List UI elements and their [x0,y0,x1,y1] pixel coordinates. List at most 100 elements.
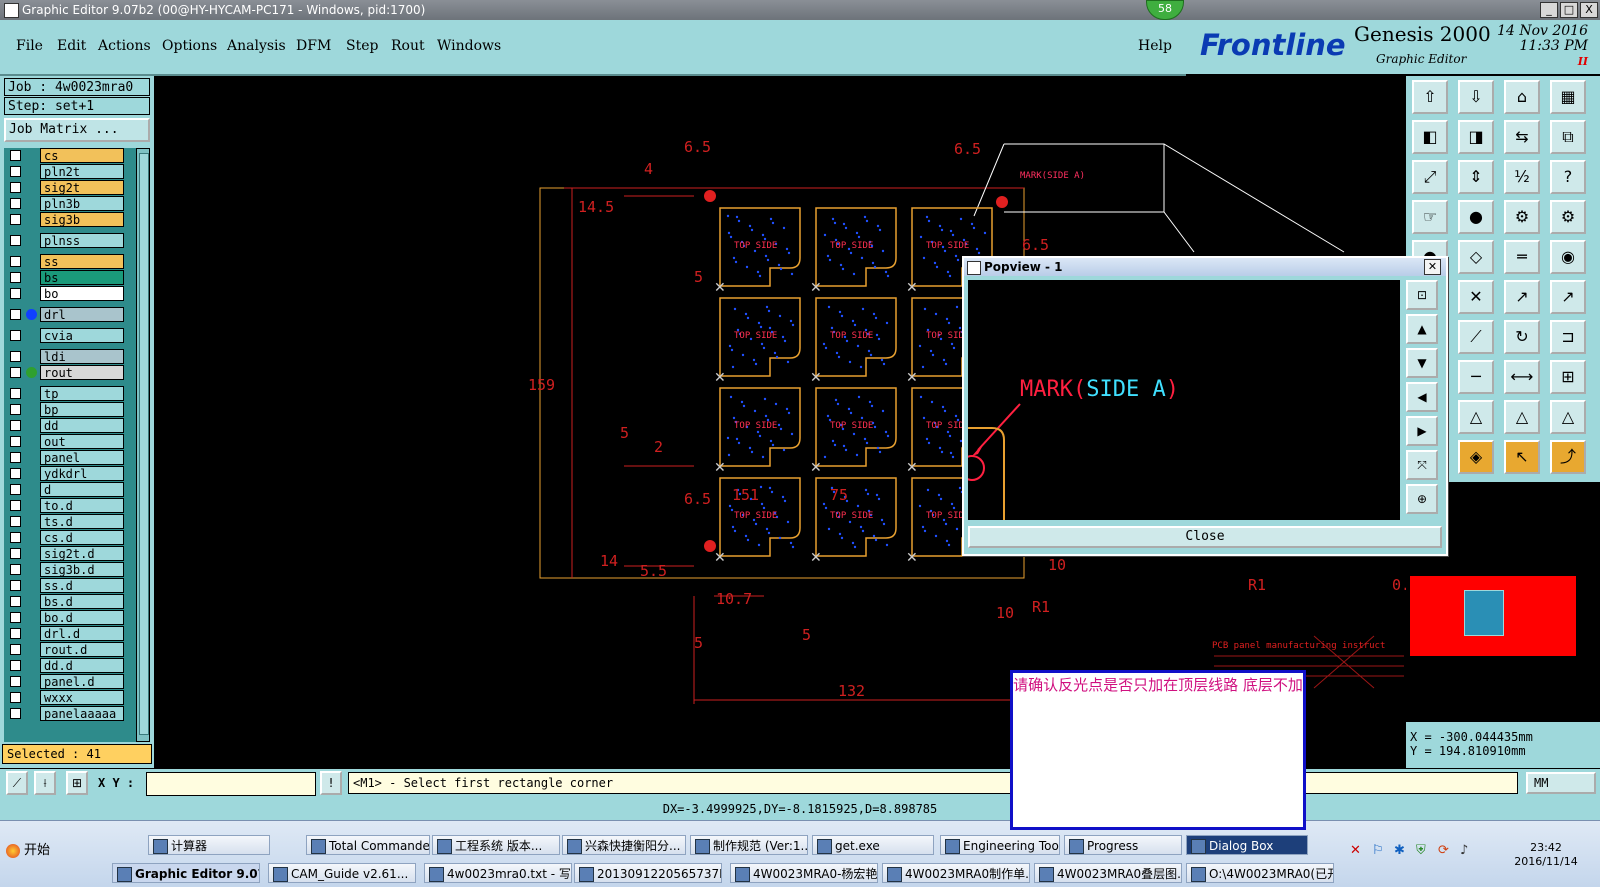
layer-checkbox[interactable] [10,166,21,177]
export-icon[interactable]: ⇩ [1458,80,1494,114]
layer-list-scrollbar[interactable] [136,148,150,742]
half-icon[interactable]: ½ [1504,160,1540,194]
menu-windows[interactable]: Windows [437,38,501,54]
menu-rout[interactable]: Rout [391,38,425,54]
popview-up-icon[interactable]: ▲ [1406,314,1438,344]
layer-checkbox[interactable] [10,452,21,463]
layer-name[interactable]: tp [40,386,124,401]
layer-name[interactable]: ss [40,254,124,269]
layer-row-sig2t-d[interactable]: sig2t.d [4,546,124,561]
select-arrow-icon[interactable]: ↖ [1504,440,1540,474]
home-icon[interactable]: ⌂ [1504,80,1540,114]
layer-name[interactable]: cs [40,148,124,163]
layer-name[interactable]: bo [40,286,124,301]
xy-input[interactable] [146,772,316,796]
layer-checkbox[interactable] [10,468,21,479]
layer-row-dd-d[interactable]: dd.d [4,658,124,673]
layer-name[interactable]: drl.d [40,626,124,641]
layer-checkbox[interactable] [10,516,21,527]
layer-row-bo[interactable]: bo [4,286,124,301]
layer-row-bo-d[interactable]: bo.d [4,610,124,625]
fit-icon[interactable]: ⤢ [1412,160,1448,194]
layer-row-ts-d[interactable]: ts.d [4,514,124,529]
taskbar-item[interactable]: 制作规范 (Ver:1.... [690,835,808,855]
shape-icon[interactable]: ◇ [1458,240,1494,274]
measure-tool-icon[interactable]: ⟊ [34,771,56,795]
tray-shield-icon[interactable]: ⛨ [1416,843,1426,858]
menu-options[interactable]: Options [162,38,217,54]
layer-row-bs-d[interactable]: bs.d [4,594,124,609]
split-icon[interactable]: ⇕ [1458,160,1494,194]
layer-name[interactable]: ldi [40,349,124,364]
snap-icon[interactable]: ⤴ [1550,440,1586,474]
setup-icon[interactable]: ⚙ [1504,200,1540,234]
layer-row-bp[interactable]: bp [4,402,124,417]
layer-row-pln3b[interactable]: pln3b [4,196,124,211]
layer-checkbox[interactable] [10,182,21,193]
mark-icon[interactable]: ● [1458,200,1494,234]
layer-row-to-d[interactable]: to.d [4,498,124,513]
layer-name[interactable]: panel [40,450,124,465]
pan-left-icon[interactable]: ◧ [1412,120,1448,154]
layer-row-cvia[interactable]: cvia [4,328,124,343]
layer-row-drl-d[interactable]: drl.d [4,626,124,641]
layer-row-ss-d[interactable]: ss.d [4,578,124,593]
move-icon[interactable]: ↗ [1504,280,1540,314]
slash-icon[interactable]: ⟋ [1458,320,1494,354]
layer-checkbox[interactable] [10,548,21,559]
layer-row-sig2t[interactable]: sig2t [4,180,124,195]
layer-name[interactable]: bs [40,270,124,285]
layer-checkbox[interactable] [10,484,21,495]
layer-checkbox[interactable] [10,388,21,399]
taskbar-item[interactable]: get.exe [812,835,934,855]
layer-checkbox[interactable] [10,214,21,225]
layer-checkbox[interactable] [10,420,21,431]
layer-name[interactable]: wxxx [40,690,124,705]
layer-row-sig3b[interactable]: sig3b [4,212,124,227]
layer-checkbox[interactable] [10,708,21,719]
layer-checkbox[interactable] [10,644,21,655]
layer-checkbox[interactable] [10,676,21,687]
taskbar-item[interactable]: 4W0023MRA0-杨宏艳... [730,863,878,883]
popview-close-icon[interactable]: ✕ [1424,259,1441,275]
layer-row-plnss[interactable]: plnss [4,233,124,248]
layer-name[interactable]: dd [40,418,124,433]
layer-row-dd[interactable]: dd [4,418,124,433]
menu-step[interactable]: Step [346,38,378,54]
stretch-icon[interactable]: ⟷ [1504,360,1540,394]
config-icon[interactable]: ⚙ [1550,200,1586,234]
layer-name[interactable]: rout.d [40,642,124,657]
triangle4-icon[interactable]: △ [1550,400,1586,434]
layer-checkbox[interactable] [10,198,21,209]
layer-row-cs[interactable]: cs [4,148,124,163]
popview-canvas[interactable]: MARK(SIDE A) [968,280,1400,520]
tray-bluetooth-icon[interactable]: ✱ [1394,843,1405,858]
pan-right-icon[interactable]: ◨ [1458,120,1494,154]
triangle2-icon[interactable]: △ [1458,400,1494,434]
alert-icon[interactable]: ! [320,771,342,795]
layer-name[interactable]: to.d [40,498,124,513]
units-select[interactable]: MM [1526,772,1596,794]
layer-row-rout[interactable]: rout [4,365,124,380]
layer-name[interactable]: rout [40,365,124,380]
layer-row-panelaaaaa[interactable]: panelaaaaa [4,706,124,721]
taskbar-item[interactable]: Engineering Toolki... [940,835,1060,855]
import-icon[interactable]: ⇧ [1412,80,1448,114]
layer-row-tp[interactable]: tp [4,386,124,401]
layer-name[interactable]: cvia [40,328,124,343]
start-button[interactable]: 开始 [2,841,70,861]
popview-left-icon[interactable]: ◀ [1406,382,1438,412]
layout-icon[interactable]: ▦ [1550,80,1586,114]
layer-row-panel[interactable]: panel [4,450,124,465]
line-tool-icon[interactable]: ⟋ [6,771,28,795]
layer-name[interactable]: ss.d [40,578,124,593]
taskbar-item[interactable]: O:\4W0023MRA0(已开... [1186,863,1334,883]
rotate-icon[interactable]: ↗ [1550,280,1586,314]
layer-checkbox[interactable] [10,330,21,341]
layer-row-cs-d[interactable]: cs.d [4,530,124,545]
popview-center-icon[interactable]: ⊕ [1406,484,1438,514]
grid-tool-icon[interactable]: ⊞ [66,771,88,795]
select-box-icon[interactable]: ◈ [1458,440,1494,474]
layer-checkbox[interactable] [10,288,21,299]
layer-name[interactable]: bs.d [40,594,124,609]
